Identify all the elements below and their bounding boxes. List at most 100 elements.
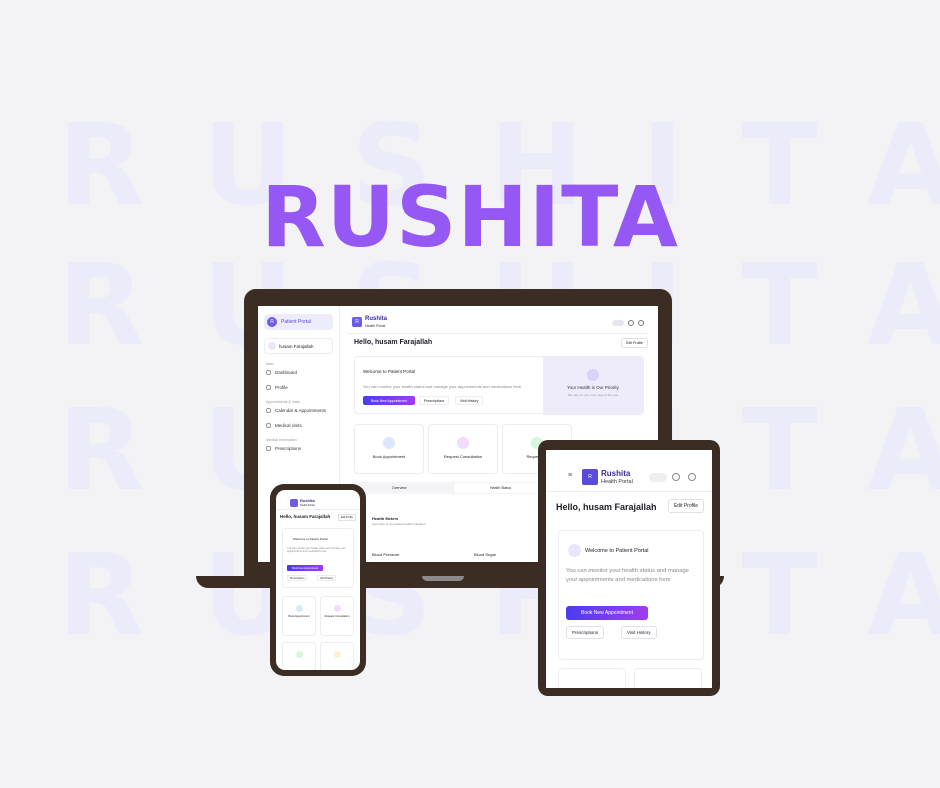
tablet-header: ≡ R Rushita Health Portal	[546, 462, 712, 492]
welcome-card: Welcome to Patient Portal You can monito…	[354, 356, 644, 415]
edit-profile-button[interactable]: Edit Profile	[621, 338, 648, 348]
sidebar-item-prescriptions[interactable]: Prescriptions	[266, 446, 331, 451]
diamond-icon	[587, 369, 599, 381]
user-icon	[568, 544, 581, 557]
theme-toggle[interactable]	[649, 473, 667, 482]
dashboard-icon	[266, 370, 271, 375]
book-appointment-button[interactable]: Book New Appointment	[287, 565, 323, 571]
sidebar-item-visits[interactable]: Medical visits	[266, 423, 331, 428]
sidebar-item-dashboard[interactable]: Dashboard	[266, 370, 331, 375]
user-name: husam Farajallah	[279, 343, 314, 349]
metric-blood-pressure: Blood Pressure	[372, 552, 400, 557]
tablet-screen: ≡ R Rushita Health Portal Hello, husam F…	[546, 450, 712, 688]
header-sub: Health Portal	[365, 324, 386, 328]
logo-icon: R	[352, 317, 362, 327]
sidebar-item-calendar[interactable]: Calendar & Appointments	[266, 408, 331, 413]
phone-brand: Rushita	[300, 498, 315, 503]
tab-overview[interactable]: Overview	[392, 486, 407, 490]
stethoscope-icon	[457, 437, 469, 449]
visits-icon	[266, 423, 271, 428]
request-consultation-card[interactable]: Request Consultation	[428, 424, 498, 474]
calendar-icon	[295, 605, 303, 612]
stethoscope-icon	[333, 605, 341, 612]
settings-icon[interactable]	[638, 320, 644, 326]
metric-blood-sugar: Blood Sugar	[474, 552, 497, 557]
menu-icon[interactable]: ≡	[568, 472, 572, 479]
visit-history-button[interactable]: Visit History	[621, 626, 657, 639]
globe-icon[interactable]	[672, 473, 680, 481]
prescriptions-button[interactable]: Prescriptions	[419, 396, 450, 405]
tablet-brand: Rushita	[601, 469, 631, 478]
hero-title: RUSHITA	[261, 168, 679, 266]
header-brand: Rushita	[365, 316, 388, 322]
sidebar-item-label: Profile	[275, 385, 288, 390]
welcome-card: Welcome to Patient Portal You can monito…	[558, 530, 704, 660]
action-label: Book Appointment	[288, 615, 310, 618]
clock-icon	[333, 651, 341, 658]
globe-icon[interactable]	[628, 320, 634, 326]
welcome-title: Welcome to Patient Portal	[293, 537, 328, 541]
prescriptions-button[interactable]: Prescriptions	[566, 626, 605, 639]
greeting: Hello, husam Farajallah	[280, 514, 331, 519]
welcome-text: You can monitor your health status and m…	[363, 384, 522, 389]
greeting: Hello, husam Farajallah	[556, 502, 657, 512]
visit-history-button[interactable]: Visit History	[317, 575, 337, 581]
sidebar-item-label: Prescriptions	[275, 446, 302, 451]
phone-screen: Rushita Health Portal Hello, husam Faraj…	[276, 490, 360, 670]
greeting: Hello, husam Farajallah	[354, 339, 433, 346]
refresh-icon	[295, 651, 303, 658]
tab-health-status[interactable]: Health Status	[490, 486, 511, 490]
welcome-title: Welcome to Patient Portal	[363, 369, 415, 374]
sidebar-section-appointments: Appointments & Visits	[266, 400, 300, 404]
profile-icon	[266, 385, 271, 390]
sidebar-item-label: Dashboard	[275, 370, 298, 375]
calendar-icon	[266, 408, 271, 413]
action-label: Request Consultation	[443, 454, 483, 459]
action-card[interactable]	[282, 642, 316, 670]
edit-profile-button[interactable]: Edit Profile	[337, 514, 356, 521]
book-appointment-button[interactable]: Book New Appointment	[363, 396, 415, 405]
settings-icon[interactable]	[688, 473, 696, 481]
sidebar-section-main: Main	[266, 362, 274, 366]
tablet-sub: Health Portal	[601, 479, 633, 485]
top-bar: R Rushita Health Portal	[348, 314, 648, 334]
priority-panel: Your Health is Our Priority We care for …	[543, 357, 643, 415]
welcome-title: Welcome to Patient Portal	[585, 548, 649, 554]
request-consultation-card[interactable]: Request Consultation	[320, 596, 354, 636]
sidebar-item-label: Calendar & Appointments	[275, 408, 327, 413]
priority-sub: We care for you every step of the way	[567, 393, 619, 397]
laptop-notch	[422, 576, 464, 581]
health-meters-sub: Summary of your latest health indicators	[372, 522, 426, 526]
phone-sub: Health Portal	[300, 504, 315, 507]
user-card[interactable]: husam Farajallah	[264, 338, 333, 354]
prescriptions-button[interactable]: Prescriptions	[287, 575, 308, 581]
visit-history-button[interactable]: Visit History	[455, 396, 484, 405]
prescription-icon	[266, 446, 271, 451]
sidebar-brand[interactable]: R Patient Portal	[264, 314, 333, 330]
book-appointment-card[interactable]: Book Appointment	[282, 596, 316, 636]
action-label: Request Consultation	[324, 615, 350, 618]
sidebar-brand-label: Patient Portal	[281, 319, 312, 325]
action-label: Book Appointment	[372, 454, 406, 459]
action-card[interactable]	[634, 668, 702, 688]
book-appointment-button[interactable]: Book New Appointment	[566, 606, 648, 620]
priority-title: Your Health is Our Priority	[567, 385, 619, 390]
welcome-text: You can monitor your health status and m…	[287, 547, 346, 554]
sidebar-section-medical: Medical Information	[266, 438, 297, 442]
phone-header: Rushita Health Portal	[276, 496, 360, 510]
welcome-text: You can monitor your health status and m…	[566, 568, 689, 583]
sidebar-item-label: Medical visits	[275, 423, 302, 428]
avatar	[268, 342, 276, 350]
health-meters-title: Health Meters	[372, 516, 399, 521]
action-card[interactable]	[558, 668, 626, 688]
logo-icon: R	[582, 469, 598, 485]
book-appointment-card[interactable]: Book Appointment	[354, 424, 424, 474]
calendar-icon	[383, 437, 395, 449]
theme-toggle[interactable]	[612, 320, 624, 326]
action-card[interactable]	[320, 642, 354, 670]
welcome-card: Welcome to Patient Portal You can monito…	[282, 528, 354, 588]
sidebar-item-profile[interactable]: Profile	[266, 385, 331, 390]
edit-profile-button[interactable]: Edit Profile	[667, 499, 704, 513]
logo-icon	[290, 499, 298, 507]
logo-icon: R	[267, 317, 277, 327]
